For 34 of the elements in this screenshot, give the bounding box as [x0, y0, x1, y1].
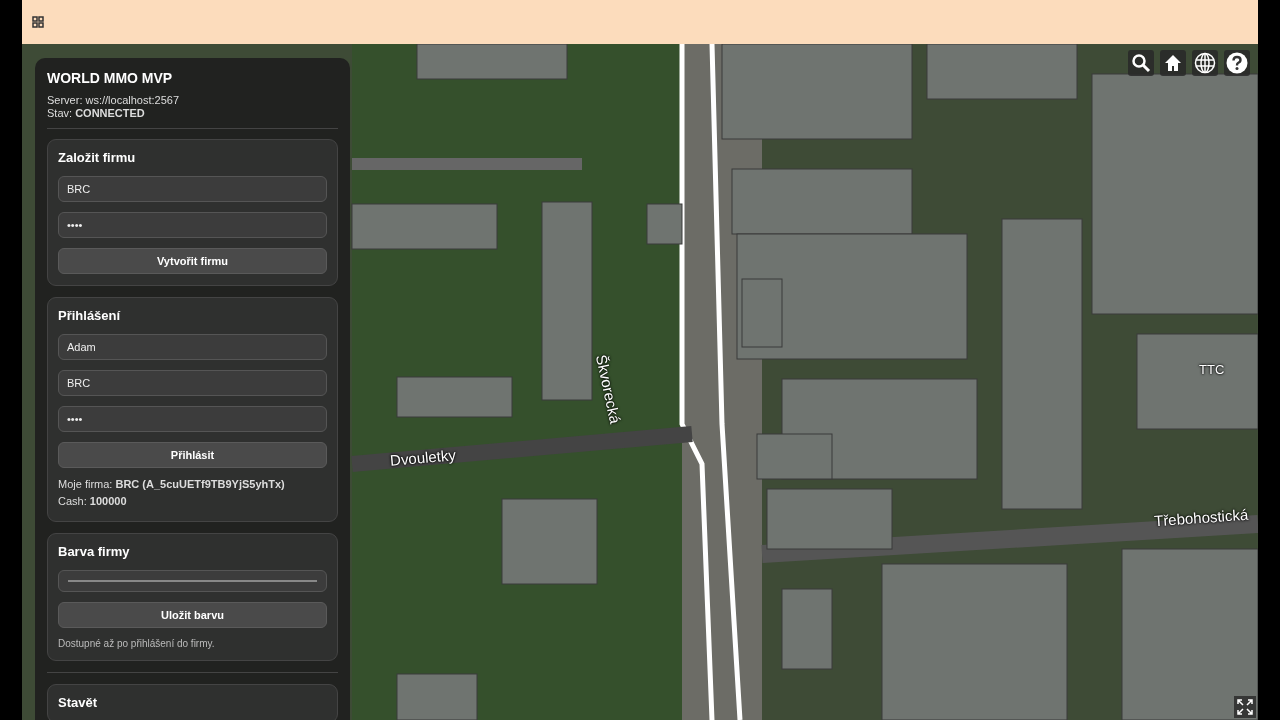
apps-grid-icon[interactable] [32, 16, 44, 28]
street-label: Škvorecká [592, 353, 625, 426]
submit-button[interactable]: Vytvořit firmu [58, 248, 327, 274]
help-icon [1226, 52, 1248, 74]
place-label: TTC [1199, 362, 1225, 377]
section-title: Přihlášení [58, 308, 122, 323]
street-label: Dvouletky [389, 446, 457, 469]
hint-text: Dostupné až po přihlášení do firmy. [58, 638, 216, 649]
search-icon [1131, 53, 1151, 73]
globe-icon [1194, 52, 1216, 74]
input-field[interactable]: •••• [58, 212, 327, 238]
home-icon [1164, 54, 1182, 72]
street-label: Třebohostická [1153, 505, 1249, 530]
home-button[interactable] [1160, 50, 1186, 76]
search-button[interactable] [1128, 50, 1154, 76]
input-field[interactable]: BRC [58, 370, 327, 396]
fullscreen-button[interactable] [1234, 696, 1256, 718]
app-title: WORLD MMO MVP [47, 70, 174, 86]
info-text: Moje firma: BRC (A_5cuUETf9TB9YjS5yhTx) [58, 477, 286, 492]
submit-button[interactable]: Přihlásit [58, 442, 327, 468]
expand-arrows-icon [1237, 699, 1253, 715]
input-field[interactable]: •••• [58, 406, 327, 432]
server-address: Server: ws://localhost:2567 [47, 94, 181, 107]
info-text: Cash: 100000 [58, 494, 128, 509]
input-field[interactable]: BRC [58, 176, 327, 202]
section-title: Stavět [58, 695, 99, 710]
input-field[interactable]: Adam [58, 334, 327, 360]
connection-status: Stav: CONNECTED [47, 107, 146, 120]
globe-button[interactable] [1192, 50, 1218, 76]
section-title: Založit firmu [58, 150, 137, 165]
help-button[interactable] [1224, 50, 1250, 76]
color-picker[interactable] [58, 570, 327, 592]
submit-button[interactable]: Uložit barvu [58, 602, 327, 628]
section-title: Barva firmy [58, 544, 131, 559]
